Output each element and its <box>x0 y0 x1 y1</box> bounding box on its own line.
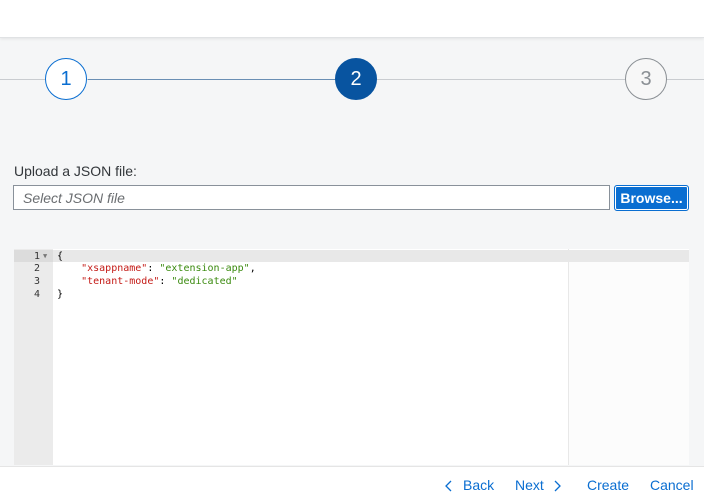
json-value: "dedicated" <box>171 276 238 287</box>
wizard-completed-connector <box>88 79 336 80</box>
code-line-2: "xsappname": "extension-app", <box>57 262 256 275</box>
json-code-editor[interactable]: 1 ▼ 2 3 4 { "xsappname": "extension-app"… <box>14 249 689 465</box>
json-separator: : <box>147 263 160 274</box>
code-line-3: "tenant-mode": "dedicated" <box>57 275 238 288</box>
cancel-button[interactable]: Cancel <box>650 477 694 493</box>
line-number: 2 <box>33 263 40 274</box>
chevron-right-icon <box>553 479 563 492</box>
wizard-step-3: 3 <box>625 58 667 100</box>
json-key: "tenant-mode" <box>81 276 160 287</box>
wizard-step-1-number: 1 <box>60 67 72 90</box>
browse-button[interactable]: Browse... <box>614 185 689 211</box>
next-button[interactable]: Next <box>515 477 563 493</box>
code-brace-close: } <box>57 289 64 300</box>
cancel-label: Cancel <box>650 477 694 493</box>
next-label: Next <box>515 477 544 493</box>
editor-print-margin-area <box>569 262 689 465</box>
line-number: 4 <box>33 289 40 300</box>
top-header-bar <box>0 0 704 38</box>
wizard-footer: Back Next Create Cancel <box>0 466 704 501</box>
fold-arrow-icon[interactable]: ▼ <box>43 250 51 262</box>
code-brace-open: { <box>57 251 64 262</box>
json-value: "extension-app" <box>159 263 250 274</box>
wizard-step-2-number: 2 <box>350 67 362 90</box>
create-label: Create <box>587 477 630 493</box>
editor-active-line <box>53 250 689 262</box>
json-file-input[interactable] <box>13 185 610 210</box>
wizard-progress: 1 2 3 <box>0 38 704 122</box>
code-line-4: } <box>57 288 63 301</box>
json-key: "xsappname" <box>81 263 148 274</box>
upload-json-label: Upload a JSON file: <box>14 163 137 179</box>
wizard-step-1[interactable]: 1 <box>45 58 87 100</box>
wizard-step-3-number: 3 <box>640 67 652 90</box>
wizard-step-2[interactable]: 2 <box>335 58 377 100</box>
json-comma: , <box>249 263 256 274</box>
back-button[interactable]: Back <box>445 477 494 493</box>
line-number: 3 <box>33 276 40 287</box>
editor-print-margin <box>568 249 569 465</box>
json-separator: : <box>159 276 172 287</box>
chevron-left-icon <box>445 479 455 492</box>
back-label: Back <box>463 477 495 493</box>
create-button[interactable]: Create <box>587 477 629 493</box>
